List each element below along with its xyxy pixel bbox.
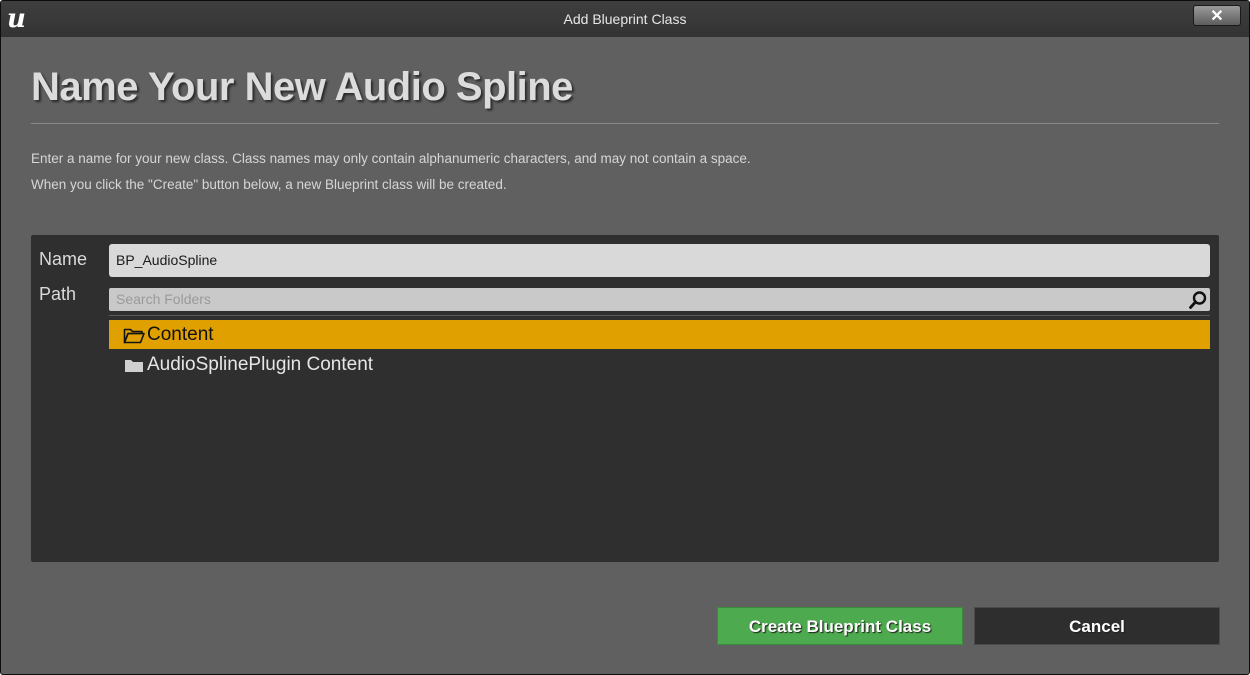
create-blueprint-class-button[interactable]: Create Blueprint Class (717, 607, 963, 645)
window-title: Add Blueprint Class (563, 11, 687, 27)
folder-item-content[interactable]: Content (109, 320, 1210, 349)
name-label: Name (39, 249, 88, 269)
class-settings-panel: Name BP_AudioSpline Path Search Folders … (31, 235, 1219, 562)
class-name-input[interactable]: BP_AudioSpline (109, 244, 1210, 277)
add-blueprint-class-dialog: u Add Blueprint Class ✕ Name Your New Au… (0, 0, 1250, 675)
search-icon[interactable] (1188, 290, 1208, 310)
close-button[interactable]: ✕ (1193, 5, 1241, 26)
folder-open-icon (123, 328, 145, 344)
page-title: Name Your New Audio Spline (31, 65, 573, 109)
folder-label: Content (147, 324, 214, 345)
description-line-1: Enter a name for your new class. Class n… (31, 151, 751, 166)
folder-icon (125, 360, 143, 372)
description-line-2: When you click the "Create" button below… (31, 177, 507, 192)
title-bar[interactable]: u Add Blueprint Class ✕ (1, 1, 1249, 37)
search-folders-field[interactable]: Search Folders (109, 288, 1210, 311)
folder-label: AudioSplinePlugin Content (147, 354, 374, 375)
divider (31, 123, 1219, 124)
tree-separator (109, 315, 1210, 316)
search-folders-input[interactable]: Search Folders (116, 288, 211, 311)
cancel-button[interactable]: Cancel (974, 607, 1220, 645)
folder-item-audiosplineplugin-content[interactable]: AudioSplinePlugin Content (109, 350, 1210, 379)
path-label: Path (39, 284, 77, 304)
